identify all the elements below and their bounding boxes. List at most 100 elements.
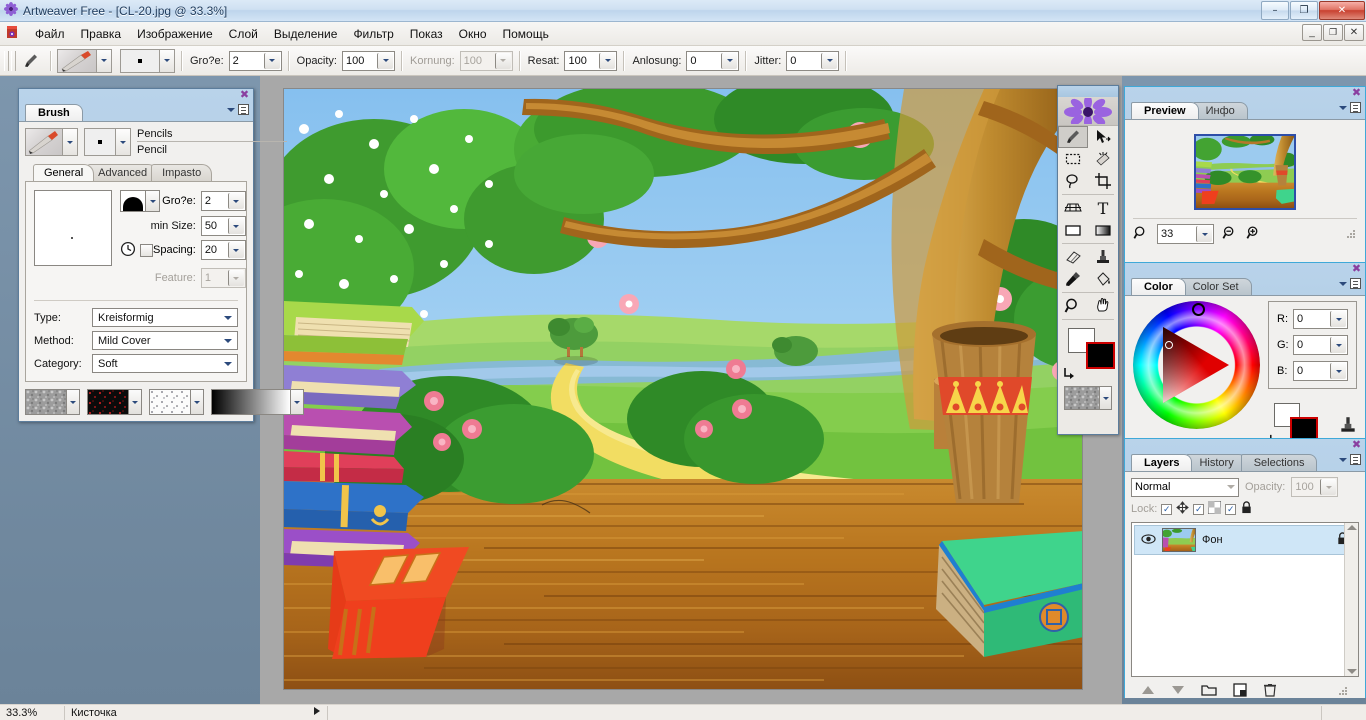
clone-stamp-tool[interactable] [1088, 246, 1118, 268]
move-down-icon[interactable] [1171, 685, 1185, 698]
brush-panel-preset-dropdown[interactable] [62, 129, 77, 155]
option-opacity-value[interactable]: 100 [343, 52, 377, 70]
panel-options-icon[interactable] [1350, 278, 1361, 289]
lock-all-checkbox[interactable]: ✓ [1225, 503, 1237, 515]
gradient-tool[interactable] [1088, 219, 1118, 241]
preview-zoom-spinner[interactable]: 33 [1157, 224, 1214, 244]
brush-tool[interactable] [1058, 126, 1088, 148]
option-resat-spinner[interactable]: 100 [564, 50, 618, 71]
text-tool[interactable]: T [1088, 197, 1118, 219]
color-g-spinner[interactable]: 0 [1293, 335, 1348, 355]
color-b-spinner[interactable]: 0 [1293, 361, 1348, 381]
active-tool-brush-icon[interactable] [18, 49, 44, 73]
option-jitter-spinner[interactable]: 0 [786, 50, 840, 71]
layer-list-scrollbar[interactable] [1344, 523, 1358, 676]
option-bleed-value[interactable]: 0 [687, 52, 721, 70]
layers-panel-header[interactable]: ✖ [1125, 439, 1365, 452]
menu-item-edit[interactable]: Правка [73, 24, 130, 44]
layer-visibility-icon[interactable] [1141, 533, 1156, 548]
color-wheel[interactable] [1133, 301, 1260, 429]
brush-minsize-value[interactable]: 50 [202, 217, 228, 235]
crop-tool[interactable] [1088, 170, 1118, 192]
lasso-tool[interactable] [1058, 170, 1088, 192]
panel-options-icon[interactable] [1350, 454, 1361, 465]
option-size-dropdown[interactable] [263, 52, 280, 69]
brush-category-select[interactable]: Soft [92, 354, 238, 373]
scroll-up-arrow-icon[interactable] [1346, 525, 1357, 530]
gradient-swatch-combo[interactable] [211, 389, 304, 415]
pattern-texture-dropdown[interactable] [128, 390, 141, 414]
color-b-dropdown[interactable] [1330, 363, 1346, 379]
layer-list[interactable]: Фон [1131, 522, 1359, 677]
layers-resize-grip[interactable] [1337, 685, 1349, 697]
brush-shape-button[interactable] [120, 190, 146, 212]
move-up-icon[interactable] [1141, 685, 1155, 698]
brush-spacing-spinner[interactable]: 20 [200, 240, 246, 260]
menu-item-window[interactable]: Окно [451, 24, 495, 44]
menu-item-help[interactable]: Помощь [495, 24, 557, 44]
swap-colors-icon[interactable] [1062, 366, 1076, 383]
brush-type-select[interactable]: Kreisformig [92, 308, 238, 327]
panel-options-icon[interactable] [1350, 102, 1361, 113]
brush-minsize-spinner[interactable]: 50 [200, 216, 246, 236]
canvas-image[interactable] [283, 88, 1083, 690]
menu-item-layer[interactable]: Слой [221, 24, 266, 44]
option-jitter-value[interactable]: 0 [787, 52, 821, 70]
new-layer-icon[interactable] [1233, 682, 1247, 700]
toolbar-grip-2[interactable] [11, 50, 16, 71]
preview-zoom-dropdown[interactable] [1196, 226, 1212, 242]
magic-wand-tool[interactable] [1088, 148, 1118, 170]
menu-item-file[interactable]: Файл [27, 24, 73, 44]
paper-texture-combo[interactable] [25, 389, 80, 415]
panel-menu-caret-icon[interactable] [1339, 281, 1347, 286]
toolbar-grip[interactable] [4, 50, 9, 71]
mdi-close-button[interactable]: ✕ [1344, 24, 1364, 41]
eraser-tool[interactable] [1058, 246, 1088, 268]
blend-mode-select[interactable]: Normal [1131, 477, 1239, 497]
tool-palette-texture-dropdown[interactable] [1099, 387, 1111, 409]
transparency-lock-icon[interactable] [1207, 500, 1222, 517]
tab-color[interactable]: Color [1131, 278, 1186, 295]
tab-layers[interactable]: Layers [1131, 454, 1193, 471]
mdi-minimize-button[interactable]: _ [1302, 24, 1322, 41]
tool-palette-texture-combo[interactable] [1064, 386, 1112, 410]
option-jitter-dropdown[interactable] [821, 52, 838, 69]
brush-preset-dropdown[interactable] [96, 49, 111, 72]
move-lock-icon[interactable] [1176, 501, 1190, 517]
brush-preset-combo[interactable] [57, 48, 112, 73]
brush-size-dropdown[interactable] [227, 193, 244, 209]
rectangular-marquee-tool[interactable] [1058, 148, 1088, 170]
window-maximize-button[interactable]: ❐ [1290, 1, 1318, 20]
new-group-icon[interactable] [1201, 683, 1217, 700]
brush-panel-header[interactable]: ✖ [19, 89, 253, 102]
option-size-spinner[interactable]: 2 [228, 50, 282, 71]
tab-info[interactable]: Инфо [1192, 102, 1248, 119]
shape-tool[interactable] [1058, 219, 1088, 241]
color-g-value[interactable]: 0 [1294, 336, 1330, 354]
option-opacity-dropdown[interactable] [377, 52, 393, 69]
panel-menu-caret-icon[interactable] [1339, 105, 1347, 110]
brush-method-select[interactable]: Mild Cover [92, 331, 238, 350]
color-triangle[interactable] [1163, 327, 1229, 403]
color-r-dropdown[interactable] [1330, 311, 1346, 327]
hue-marker[interactable] [1192, 303, 1205, 316]
lock-transparency-checkbox[interactable]: ✓ [1193, 503, 1205, 515]
tool-palette-header[interactable] [1058, 86, 1118, 97]
brush-tip-combo[interactable] [120, 48, 175, 73]
zoom-in-icon[interactable] [1246, 225, 1262, 244]
brush-panel-preset-combo[interactable] [25, 128, 78, 156]
option-resat-value[interactable]: 100 [565, 52, 599, 70]
layer-row-background[interactable]: Фон [1134, 525, 1356, 555]
brush-shape-dropdown[interactable] [146, 190, 160, 212]
speckle-texture-combo[interactable] [149, 389, 204, 415]
window-close-button[interactable]: ✕ [1319, 1, 1365, 20]
color-panel-header[interactable]: ✖ [1125, 263, 1365, 276]
menu-item-image[interactable]: Изображение [129, 24, 221, 44]
option-bleed-dropdown[interactable] [721, 52, 738, 69]
pattern-texture-combo[interactable] [87, 389, 142, 415]
color-r-spinner[interactable]: 0 [1293, 309, 1348, 329]
brush-tip-dropdown[interactable] [159, 49, 174, 72]
brush-size-spinner[interactable]: 2 [200, 191, 246, 211]
hand-tool[interactable] [1088, 295, 1118, 317]
preview-resize-grip[interactable] [1345, 228, 1357, 240]
